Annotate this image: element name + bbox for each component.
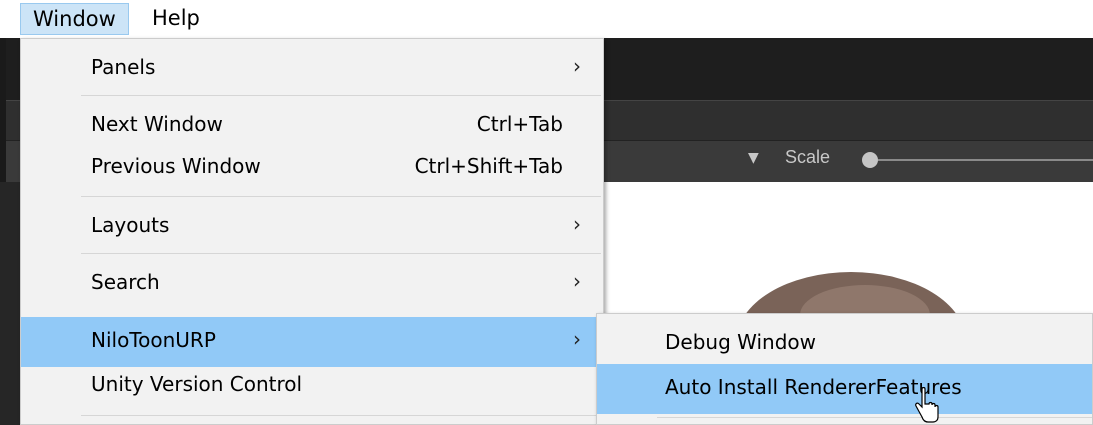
hand-cursor-icon bbox=[915, 387, 939, 423]
menu-item-layouts[interactable]: Layouts › bbox=[21, 202, 603, 252]
menu-bar: Window Help bbox=[0, 0, 1093, 38]
dropdown-arrow-icon[interactable]: ▼ bbox=[748, 150, 759, 166]
menu-item-shortcut: Ctrl+Shift+Tab bbox=[414, 154, 563, 178]
chevron-right-icon: › bbox=[573, 54, 581, 78]
menu-item-label: Panels bbox=[91, 55, 156, 79]
editor-left-panel bbox=[0, 182, 20, 425]
menu-item-label: Search bbox=[91, 270, 160, 294]
window-menu: Panels › Next Window Ctrl+Tab Previous W… bbox=[20, 38, 604, 425]
menu-separator bbox=[81, 95, 601, 96]
scale-slider-knob[interactable] bbox=[862, 152, 878, 168]
menu-item-nilotoonurp[interactable]: NiloToonURP › bbox=[21, 317, 603, 367]
menu-item-label: Next Window bbox=[91, 112, 223, 136]
chevron-right-icon: › bbox=[573, 327, 581, 351]
menu-item-panels[interactable]: Panels › bbox=[21, 44, 603, 94]
chevron-right-icon: › bbox=[573, 212, 581, 236]
menu-item-label: Previous Window bbox=[91, 154, 261, 178]
chevron-right-icon: › bbox=[573, 269, 581, 293]
menu-item-shortcut: Ctrl+Tab bbox=[476, 112, 563, 136]
menu-item-search[interactable]: Search › bbox=[21, 259, 603, 309]
nilotoonurp-submenu: Debug Window Auto Install RendererFeatur… bbox=[596, 313, 1093, 425]
menu-separator bbox=[657, 417, 1092, 418]
submenu-item-label: Debug Window bbox=[665, 330, 816, 354]
menu-separator bbox=[81, 253, 601, 254]
menu-item-label: Layouts bbox=[91, 213, 170, 237]
scale-label: Scale bbox=[785, 147, 831, 167]
menubar-window[interactable]: Window bbox=[20, 3, 129, 35]
scale-slider-track[interactable] bbox=[878, 159, 1093, 161]
menu-separator bbox=[81, 415, 601, 416]
menu-item-unity-version-control[interactable]: Unity Version Control bbox=[21, 361, 603, 411]
menu-item-previous-window[interactable]: Previous Window Ctrl+Shift+Tab bbox=[21, 143, 603, 193]
menubar-help[interactable]: Help bbox=[142, 3, 210, 35]
menu-separator bbox=[81, 196, 601, 197]
submenu-item-debug-window[interactable]: Debug Window bbox=[597, 319, 1092, 369]
menu-item-label: NiloToonURP bbox=[91, 328, 216, 352]
menu-item-label: Unity Version Control bbox=[91, 372, 303, 396]
submenu-item-auto-install-rendererfeatures[interactable]: Auto Install RendererFeatures bbox=[597, 364, 1092, 414]
